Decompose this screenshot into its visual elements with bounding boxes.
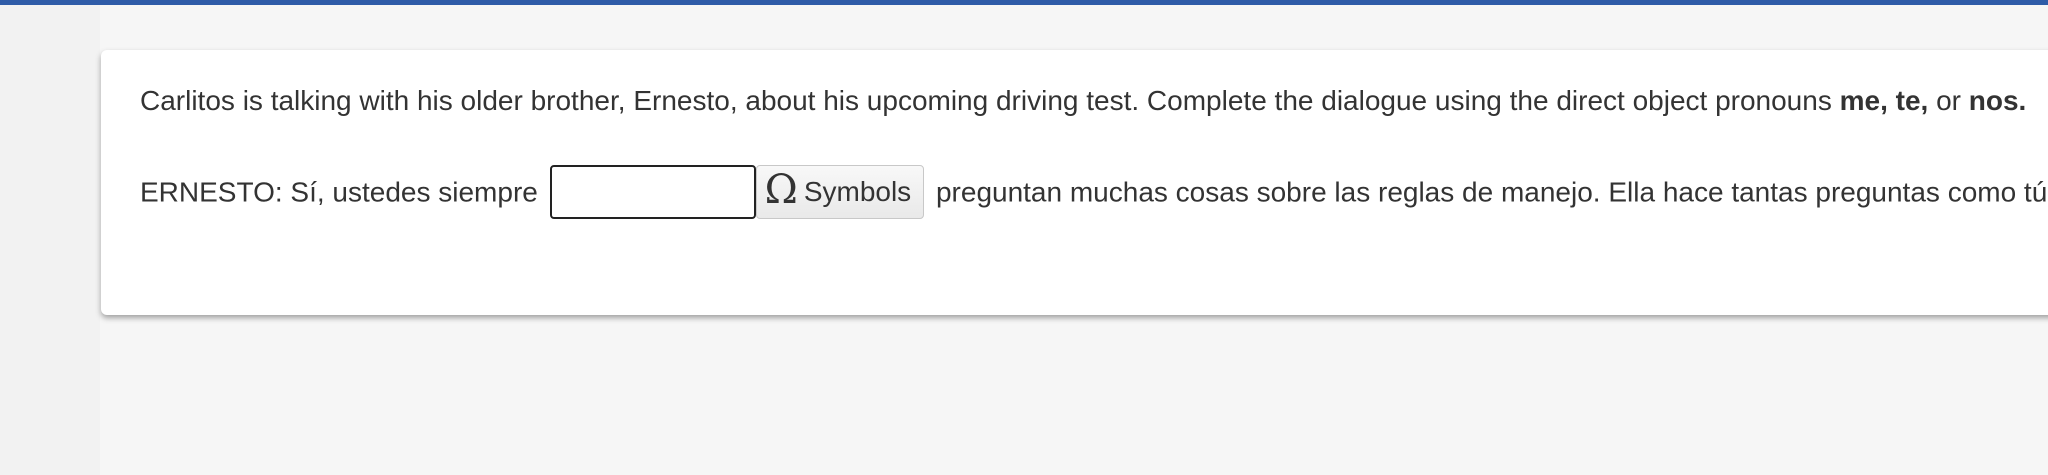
omega-icon: Ω — [764, 167, 798, 213]
symbols-label: Symbols — [803, 176, 912, 207]
instructions-text: Carlitos is talking with his older broth… — [140, 80, 2048, 121]
symbols-button[interactable]: Ω Symbols — [755, 165, 925, 219]
dialogue-line: ERNESTO: Sí, ustedes siempre Ω Symbols pr… — [140, 165, 2048, 221]
left-gutter — [0, 5, 100, 475]
pronouns-bold-1: me, te, — [1839, 85, 1929, 116]
question-card: Carlitos is talking with his older broth… — [101, 50, 2048, 315]
dialogue-before-blank: ERNESTO: Sí, ustedes siempre — [140, 176, 538, 208]
answer-input[interactable] — [549, 165, 756, 219]
dialogue-after-blank: preguntan muchas cosas sobre las reglas … — [935, 176, 2048, 208]
pronouns-bold-2: nos. — [1968, 85, 2027, 116]
instructions-or: or — [1928, 85, 1969, 116]
instructions-lead: Carlitos is talking with his older broth… — [140, 85, 1840, 116]
